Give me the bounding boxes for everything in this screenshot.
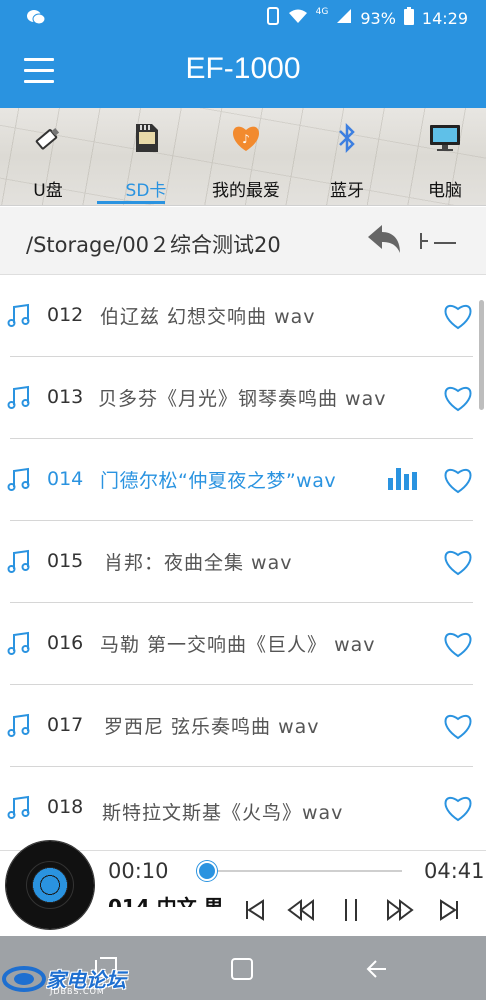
track-number: 015 (47, 550, 84, 572)
parent-folder-icon[interactable] (418, 231, 458, 257)
pause-icon[interactable] (334, 895, 368, 925)
back-icon[interactable] (364, 956, 390, 982)
back-arrow-icon[interactable] (366, 223, 402, 257)
rewind-icon[interactable] (284, 895, 318, 925)
track-title: 伯辽兹 幻想交响曲 wav (100, 306, 316, 328)
track-title: 门德尔松“仲夏夜之梦”wav (100, 470, 337, 492)
active-tab-indicator (97, 201, 165, 204)
favorite-heart-outline-icon[interactable] (442, 711, 474, 741)
computer-icon (400, 118, 486, 158)
tab-favorites-label: 我的最爱 (212, 181, 280, 201)
tab-computer-label: 电脑 (428, 181, 462, 201)
tab-sd-card-label: SD卡 (125, 181, 167, 201)
battery-icon (403, 7, 414, 29)
music-note-icon (7, 303, 30, 327)
tab-computer[interactable]: 电脑 (400, 118, 486, 204)
app-bar: EF-1000 (0, 36, 486, 108)
watermark-subtext: JDBBS.COM (50, 987, 105, 996)
skip-to-start-icon[interactable] (238, 895, 272, 925)
battery-percent: 93% (360, 8, 396, 28)
wechat-notification-icon (26, 9, 46, 29)
home-icon[interactable] (229, 956, 255, 982)
path-bar: /Storage/00２综合测试20 (0, 207, 486, 275)
usb-drive-icon (3, 118, 93, 158)
list-item[interactable]: 015 肖邦：夜曲全集 wav (0, 521, 486, 603)
jdbbs-watermark-logo: 家电论坛 JDBBS.COM (2, 960, 132, 998)
track-list: 012 伯辽兹 幻想交响曲 wav 013 贝多芬《月光》钢琴奏鸣曲 wav 0… (0, 275, 486, 850)
list-scrollbar[interactable] (479, 300, 484, 410)
tab-usb-label: U盘 (33, 181, 63, 201)
current-time: 00:10 (108, 859, 169, 883)
album-disc-icon[interactable] (6, 841, 94, 929)
mini-player: 00:10 04:41 014 中文 男 (0, 841, 486, 936)
favorite-heart-outline-icon[interactable] (442, 383, 474, 413)
sd-card-icon (101, 118, 191, 158)
progress-knob[interactable] (197, 861, 218, 881)
music-note-icon (7, 631, 30, 655)
fast-forward-icon[interactable] (383, 895, 417, 925)
bluetooth-icon (302, 118, 392, 158)
app-title: EF-1000 (185, 52, 301, 85)
track-number: 017 (47, 714, 84, 736)
svg-text:♪: ♪ (242, 132, 250, 146)
tab-bluetooth-label: 蓝牙 (330, 181, 364, 201)
now-playing-title: 014 中文 男 (108, 895, 224, 907)
music-note-icon (7, 713, 30, 737)
track-number: 018 (47, 796, 84, 818)
current-path: /Storage/00２综合测试20 (26, 233, 281, 257)
track-title: 斯特拉文斯基《火鸟》wav (102, 802, 344, 824)
track-number: 013 (47, 386, 84, 408)
favorite-heart-outline-icon[interactable] (442, 793, 474, 823)
clock: 14:29 (421, 8, 468, 28)
music-note-icon (7, 549, 30, 573)
tab-usb[interactable]: U盘 (3, 118, 93, 204)
favorite-heart-outline-icon[interactable] (442, 465, 474, 495)
favorite-heart-outline-icon[interactable] (442, 547, 474, 577)
favorite-heart-outline-icon[interactable] (442, 629, 474, 659)
list-item[interactable]: 016 马勒 第一交响曲《巨人》 wav (0, 603, 486, 685)
favorite-heart-icon: ♪ (201, 118, 291, 158)
progress-bar[interactable] (200, 870, 402, 872)
track-number: 014 (47, 468, 84, 490)
network-type: 4G (315, 7, 329, 17)
track-number: 012 (47, 304, 84, 326)
tab-sd-card[interactable]: SD卡 (97, 118, 191, 204)
status-bar: 4G 93% 14:29 (0, 0, 486, 36)
skip-to-end-icon[interactable] (432, 895, 466, 925)
list-item-playing[interactable]: 014 门德尔松“仲夏夜之梦”wav (0, 439, 486, 521)
now-playing-equalizer-icon (388, 466, 418, 490)
favorite-heart-outline-icon[interactable] (442, 301, 474, 331)
tab-bluetooth[interactable]: 蓝牙 (302, 118, 392, 204)
wifi-icon (288, 8, 308, 28)
list-item[interactable]: 017 罗西尼 弦乐奏鸣曲 wav (0, 685, 486, 767)
music-note-icon (7, 795, 30, 819)
source-tabs: U盘 SD卡 ♪ 我的最爱 蓝牙 电脑 (0, 108, 486, 206)
music-note-icon (7, 385, 30, 409)
track-title: 马勒 第一交响曲《巨人》 wav (100, 634, 376, 656)
signal-icon (336, 8, 352, 28)
list-item[interactable]: 013 贝多芬《月光》钢琴奏鸣曲 wav (0, 357, 486, 439)
list-item[interactable]: 018 斯特拉文斯基《火鸟》wav (0, 767, 486, 849)
track-title: 肖邦：夜曲全集 wav (104, 552, 293, 574)
music-note-icon (7, 467, 30, 491)
track-title: 罗西尼 弦乐奏鸣曲 wav (104, 716, 320, 738)
track-number: 016 (47, 632, 84, 654)
tab-favorites[interactable]: ♪ 我的最爱 (201, 118, 291, 204)
list-item[interactable]: 012 伯辽兹 幻想交响曲 wav (0, 275, 486, 357)
vibrate-icon (266, 7, 280, 29)
total-time: 04:41 (424, 859, 485, 883)
track-title: 贝多芬《月光》钢琴奏鸣曲 wav (98, 388, 387, 410)
